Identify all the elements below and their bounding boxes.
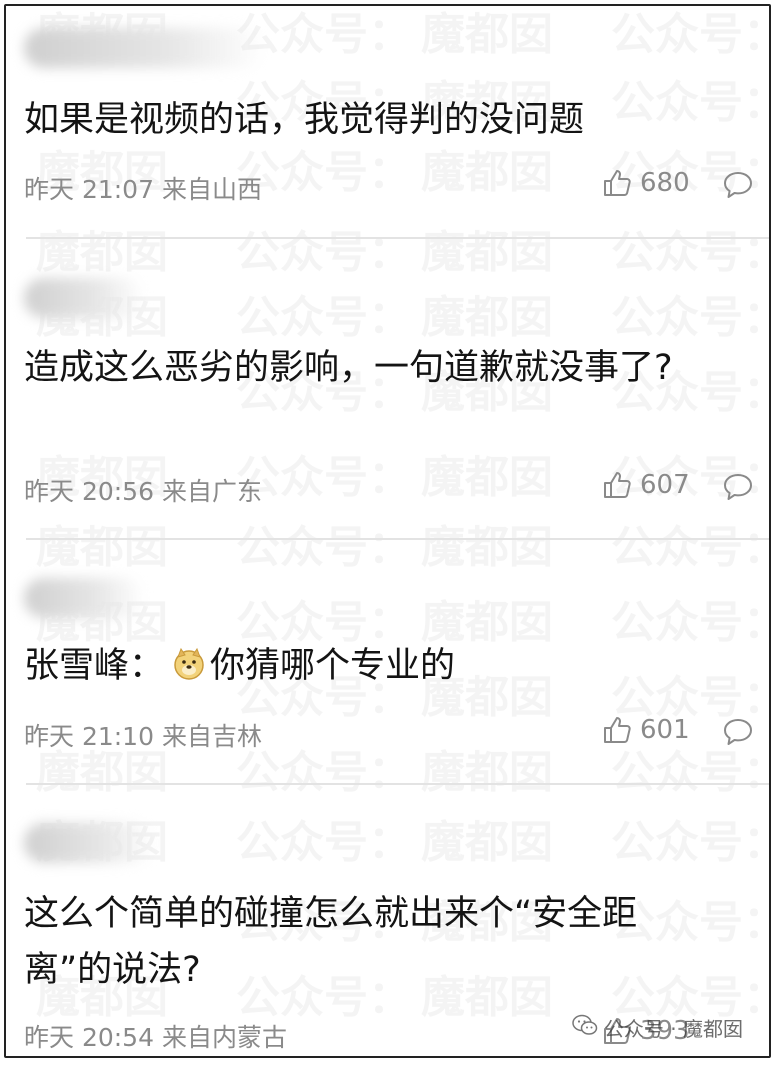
comment-list-frame: 魔都囡公众号：魔都囡公众号： 公众号：魔都囡公众号： 魔都囡公众号：魔都囡公众号… <box>4 4 771 1058</box>
comment-location: 来自广东 <box>162 477 263 506</box>
comment-time: 昨天 21:10 <box>24 722 154 751</box>
blurred-username[interactable] <box>24 278 144 318</box>
comment-bubble-icon <box>722 170 754 200</box>
comment-text: 这么个简单的碰撞怎么就出来个“安全距离”的说法? <box>24 894 638 990</box>
like-button[interactable]: 680 <box>602 168 690 198</box>
thumbs-up-icon <box>602 470 632 500</box>
comment-text-suffix: 你猜哪个专业的 <box>210 646 456 686</box>
brand-label: 公众号 · 魔都囡 <box>603 1017 743 1041</box>
comment-text: 张雪峰： 你猜哪个专业的 <box>24 638 724 694</box>
comment-time: 昨天 21:07 <box>24 175 154 204</box>
comment-meta: 昨天 20:56 来自广东 <box>24 472 262 508</box>
comment-time: 昨天 20:54 <box>24 1023 154 1052</box>
comment-meta: 昨天 21:07 来自山西 <box>24 170 262 206</box>
thumbs-up-icon <box>602 168 632 198</box>
like-count: 607 <box>640 470 690 500</box>
comment-location: 来自内蒙古 <box>162 1023 288 1052</box>
comment-location: 来自山西 <box>162 175 263 204</box>
comment-text: 如果是视频的话，我觉得判的没问题 <box>24 100 585 140</box>
blurred-username[interactable] <box>24 823 154 863</box>
like-button[interactable]: 607 <box>602 470 690 500</box>
like-count: 680 <box>640 168 690 198</box>
reply-button[interactable] <box>722 717 754 747</box>
divider <box>26 237 769 239</box>
comment-text: 造成这么恶劣的影响，一句道歉就没事了? <box>24 348 673 388</box>
like-button[interactable]: 601 <box>602 715 690 745</box>
comment-location: 来自吉林 <box>162 722 263 751</box>
blurred-username[interactable] <box>24 28 264 68</box>
blurred-username[interactable] <box>24 578 144 618</box>
comment-text-prefix: 张雪峰： <box>24 646 165 686</box>
comment-time: 昨天 20:56 <box>24 477 154 506</box>
divider <box>26 783 769 785</box>
wechat-icon <box>572 1014 598 1041</box>
like-count: 601 <box>640 715 690 745</box>
comment-bubble-icon <box>722 717 754 747</box>
comment-meta: 昨天 21:10 来自吉林 <box>24 717 262 753</box>
comment-meta: 昨天 20:54 来自内蒙古 <box>24 1018 287 1054</box>
brand-watermark: 公众号 · 魔都囡 <box>572 1013 743 1042</box>
doge-emoji-icon <box>172 642 206 680</box>
reply-button[interactable] <box>722 170 754 200</box>
reply-button[interactable] <box>722 472 754 502</box>
divider <box>26 538 769 540</box>
thumbs-up-icon <box>602 715 632 745</box>
comment-bubble-icon <box>722 472 754 502</box>
